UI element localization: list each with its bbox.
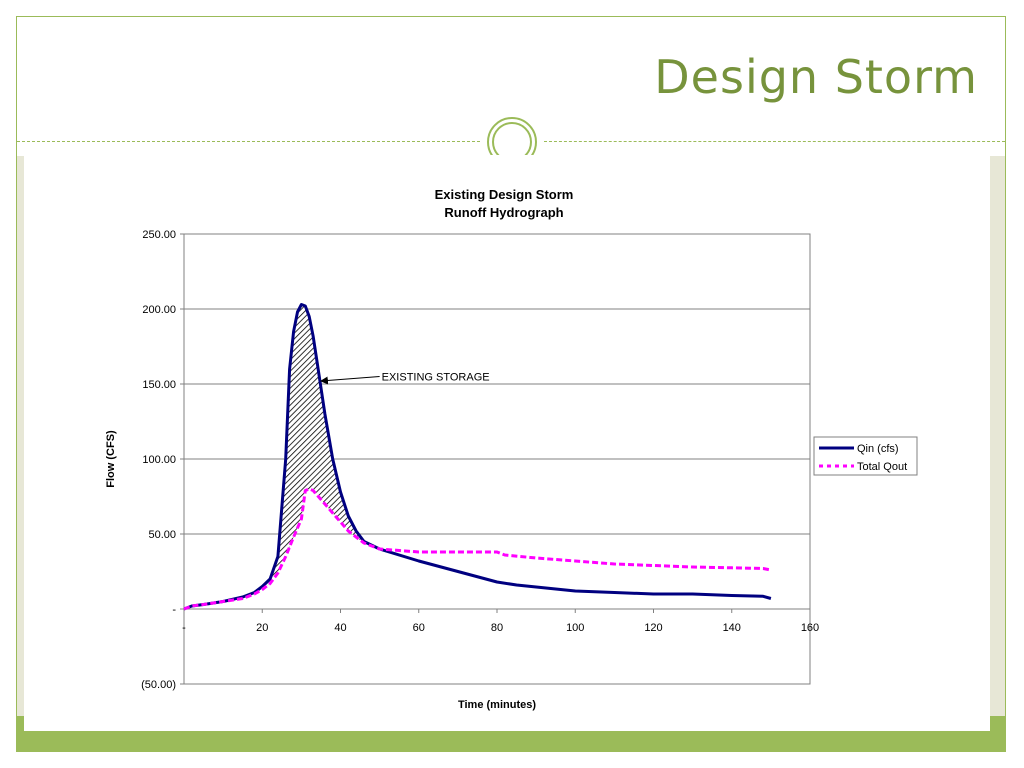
x-tick-label-8: 160 <box>801 622 819 634</box>
y-tick-label-2: 50.00 <box>148 529 176 541</box>
legend: Qin (cfs) Total Qout <box>813 436 918 476</box>
chart-subtitle: Runoff Hydrograph <box>444 205 563 220</box>
y-axis-title: Flow (CFS) <box>105 430 117 488</box>
y-tick-label-6: 250.00 <box>142 229 176 241</box>
circle-ornament-icon <box>480 115 544 155</box>
series-line-qin <box>183 303 772 611</box>
annotation-label-0: EXISTING STORAGE <box>382 372 490 384</box>
x-axis-title: Time (minutes) <box>458 699 536 711</box>
legend-label-qout: Total Qout <box>857 461 907 473</box>
side-panel-left <box>17 156 24 716</box>
slide-title: Design Storm <box>654 50 978 104</box>
x-tick-label-7: 140 <box>723 622 741 634</box>
y-tick-label-5: 200.00 <box>142 304 176 316</box>
series-line-total-qout <box>183 487 772 611</box>
title-divider-right <box>544 141 1005 142</box>
y-tick-label-0: (50.00) <box>141 679 176 691</box>
y-tick-label-1: - <box>172 604 176 616</box>
x-tick-label-3: 60 <box>413 622 425 634</box>
y-tick-label-3: 100.00 <box>142 454 176 466</box>
x-tick-label-2: 40 <box>334 622 346 634</box>
chart-title: Existing Design Storm <box>435 187 574 202</box>
x-tick-label-6: 120 <box>644 622 662 634</box>
legend-label-qin: Qin (cfs) <box>857 443 899 455</box>
x-tick-label-5: 100 <box>566 622 584 634</box>
hydrograph-chart: Existing Design Storm Runoff Hydrograph … <box>105 187 918 711</box>
x-tick-label-0: - <box>182 622 186 634</box>
x-tick-label-4: 80 <box>491 622 503 634</box>
side-panel-right <box>990 156 1005 716</box>
x-axis-ticks: - 20 40 60 80 100 120 140 160 <box>182 608 819 634</box>
y-tick-label-4: 150.00 <box>142 379 176 391</box>
title-divider-left <box>17 141 480 142</box>
x-tick-label-1: 20 <box>256 622 268 634</box>
existing-storage-shaded-area <box>254 304 364 594</box>
annotation-arrow-0 <box>319 376 380 385</box>
annotation-existing-storage: EXISTING STORAGE <box>319 372 490 385</box>
y-axis-ticks: (50.00) - 50.00 100.00 150.00 200.00 250.00 <box>141 229 184 691</box>
chart-area: Existing Design Storm Runoff Hydrograph … <box>24 156 990 731</box>
